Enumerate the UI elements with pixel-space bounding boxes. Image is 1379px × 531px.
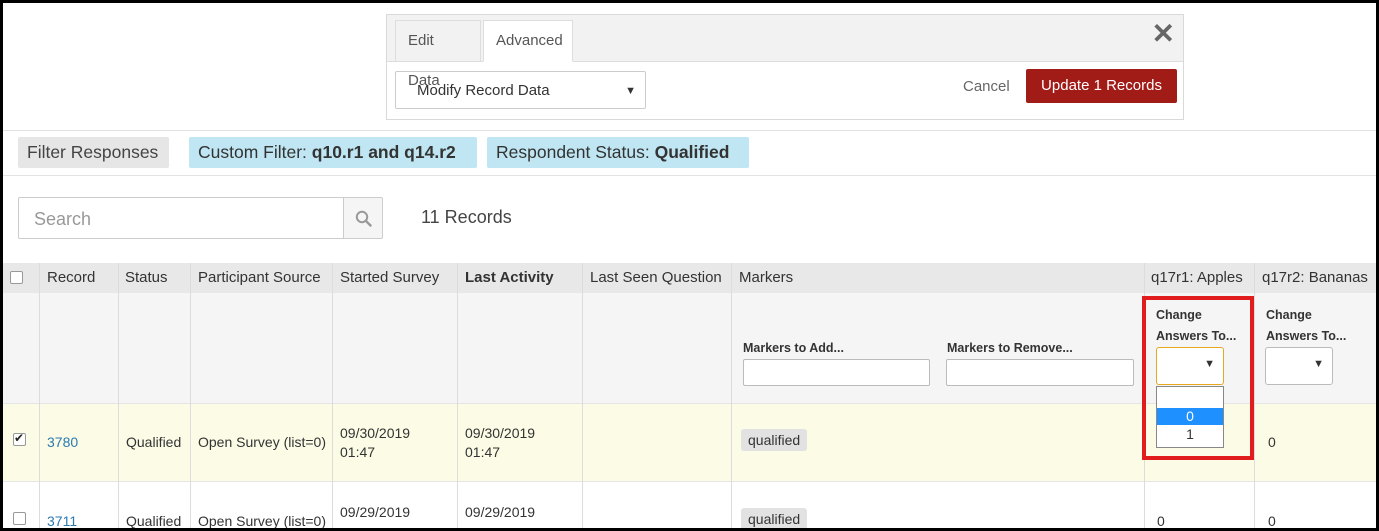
dropdown-options-list: 0 1	[1156, 386, 1224, 448]
tab-advanced[interactable]: Advanced	[483, 20, 573, 62]
panel-tab-bar: Edit Data Advanced ✕	[387, 15, 1183, 89]
marker-tag: qualified	[741, 508, 808, 530]
divider	[3, 130, 1376, 131]
respondent-status-label: Respondent Status:	[496, 142, 655, 162]
custom-filter-label: Custom Filter:	[198, 142, 312, 162]
chevron-down-icon: ▼	[1313, 358, 1324, 370]
col-header-record[interactable]: Record	[47, 263, 95, 293]
status-cell: Qualified	[126, 434, 182, 450]
custom-filter-value: q10.r1 and q14.r2	[311, 142, 456, 162]
markers-to-remove-input[interactable]	[946, 359, 1134, 386]
cancel-button[interactable]: Cancel	[963, 78, 1010, 95]
col-header-status[interactable]: Status	[125, 263, 168, 293]
q17r2-value: 0	[1268, 434, 1276, 450]
source-cell: Open Survey (list=0)	[198, 434, 326, 450]
record-link[interactable]: 3711	[47, 511, 77, 531]
markers-to-remove-label: Markers to Remove...	[947, 341, 1073, 355]
respondent-status-value: Qualified	[654, 142, 730, 162]
started-date-cell: 09/29/2019	[340, 504, 411, 520]
custom-filter-chip[interactable]: Custom Filter: q10.r1 and q14.r2	[189, 137, 477, 168]
search-icon	[355, 210, 372, 227]
status-cell: Qualified	[126, 513, 182, 529]
tab-edit-data[interactable]: Edit Data	[395, 20, 481, 89]
edit-data-panel: Edit Data Advanced ✕ Modify Record Data …	[386, 14, 1184, 120]
filter-responses-button[interactable]: Filter Responses	[18, 137, 169, 168]
change-answers-select-q17r2[interactable]: ▼	[1265, 347, 1333, 385]
started-time-cell: 01:47	[340, 444, 376, 460]
action-select-value: Modify Record Data	[417, 82, 550, 99]
q17r2-value: 0	[1268, 513, 1276, 529]
dropdown-option-0[interactable]: 0	[1157, 408, 1223, 425]
col-header-q17r2[interactable]: q17r2: Bananas	[1262, 263, 1368, 293]
chevron-down-icon: ▼	[625, 85, 636, 97]
col-header-q17r1[interactable]: q17r1: Apples	[1151, 263, 1243, 293]
change-answers-select-q17r1[interactable]: ▼	[1156, 347, 1224, 385]
search-button[interactable]	[343, 197, 383, 239]
close-icon[interactable]: ✕	[1152, 19, 1175, 49]
change-answers-label-q17r2: Change Answers To...	[1266, 308, 1347, 343]
dropdown-option-blank[interactable]	[1157, 387, 1223, 408]
started-date-cell: 09/30/2019	[340, 425, 411, 441]
last-activity-date-cell: 09/29/2019	[465, 504, 536, 520]
col-header-last-seen-question[interactable]: Last Seen Question	[590, 263, 722, 293]
q17r1-value: 0	[1157, 513, 1165, 529]
col-header-participant-source[interactable]: Participant Source	[198, 263, 321, 293]
col-header-markers[interactable]: Markers	[739, 263, 793, 293]
records-count: 11 Records	[421, 207, 512, 227]
chevron-down-icon: ▼	[1204, 358, 1215, 370]
last-activity-time-cell: 01:47	[465, 444, 501, 460]
record-link[interactable]: 3780	[47, 432, 78, 452]
select-all-checkbox[interactable]	[10, 271, 23, 284]
row-checkbox[interactable]	[13, 512, 26, 525]
update-records-button[interactable]: Update 1 Records	[1026, 69, 1177, 103]
markers-to-add-input[interactable]	[743, 359, 930, 386]
change-answers-label-q17r1: Change Answers To...	[1156, 308, 1237, 343]
row-checkbox[interactable]	[13, 431, 26, 446]
marker-tag: qualified	[741, 429, 808, 451]
respondent-status-chip[interactable]: Respondent Status: Qualified	[487, 137, 749, 168]
dropdown-option-1[interactable]: 1	[1157, 426, 1223, 443]
divider	[3, 175, 1376, 176]
search-input[interactable]: Search	[18, 197, 344, 239]
col-header-last-activity[interactable]: Last Activity	[465, 263, 554, 293]
source-cell: Open Survey (list=0)	[198, 513, 326, 529]
last-activity-date-cell: 09/30/2019	[465, 425, 536, 441]
action-select[interactable]: Modify Record Data ▼	[395, 71, 646, 109]
markers-to-add-label: Markers to Add...	[743, 341, 844, 355]
col-header-started-survey[interactable]: Started Survey	[340, 263, 439, 293]
